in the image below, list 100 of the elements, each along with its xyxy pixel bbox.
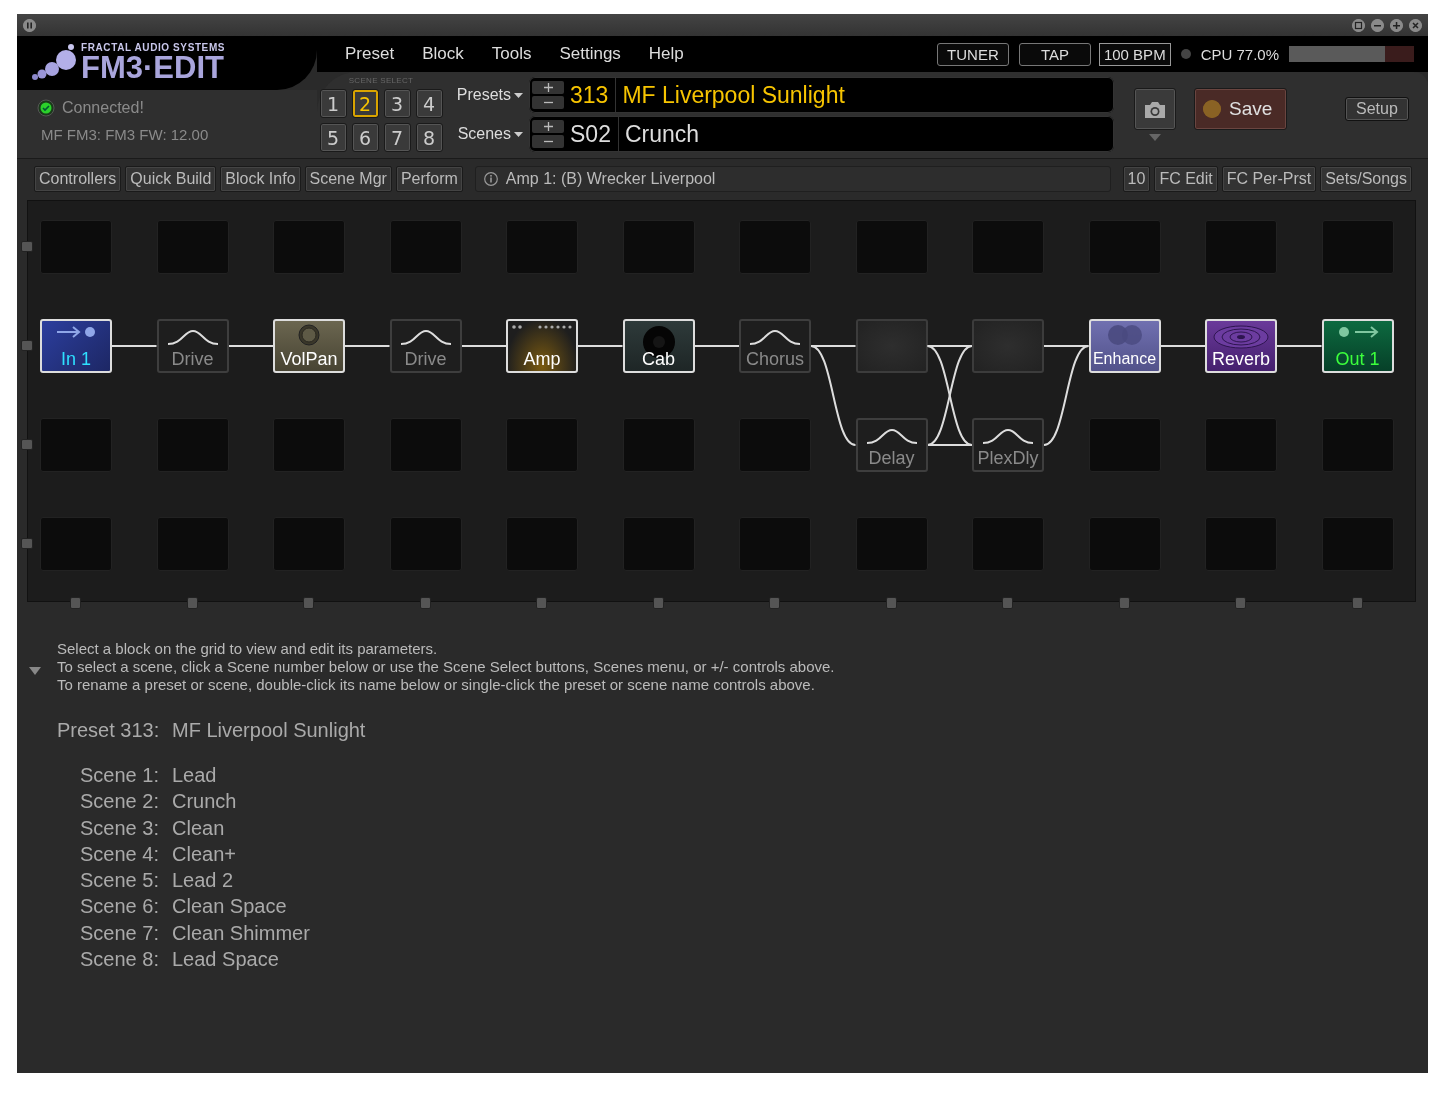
preset-name[interactable]: MF Liverpool Sunlight — [616, 81, 845, 109]
pause-icon[interactable] — [23, 18, 36, 32]
setup-button[interactable]: Setup — [1345, 97, 1409, 121]
column-handle[interactable] — [303, 597, 314, 609]
effect-block[interactable]: Drive — [156, 319, 229, 373]
column-handle[interactable] — [70, 597, 81, 609]
column-handle[interactable] — [1351, 597, 1363, 609]
scene-label: Scene 7: — [80, 920, 160, 946]
toolbar-button[interactable]: FC Per-Prst — [1221, 166, 1317, 192]
tuner-button[interactable]: TUNER — [936, 42, 1009, 66]
scene-label: Scene 6: — [80, 894, 160, 920]
toolbar-button[interactable]: Quick Build — [125, 166, 217, 192]
toolbar-button[interactable]: Perform — [395, 166, 463, 192]
column-handle[interactable] — [419, 597, 431, 609]
scene-button[interactable]: 3 — [383, 89, 411, 118]
menu-item[interactable]: Help — [634, 44, 698, 64]
led-icon — [1203, 100, 1221, 118]
ripple-icon — [1212, 324, 1270, 350]
toolbar-button[interactable]: 10 — [1122, 166, 1151, 192]
effect-block[interactable]: Delay — [855, 418, 928, 472]
scene-button[interactable]: 7 — [383, 123, 411, 152]
shunt-block[interactable] — [972, 319, 1044, 373]
preset-name[interactable]: MF Liverpool Sunlight — [172, 719, 366, 742]
toolbar-button[interactable]: Sets/Songs — [1320, 166, 1412, 192]
connection-status: Connected! — [62, 99, 144, 117]
presets-menu[interactable]: Presets — [453, 86, 529, 104]
scene-name[interactable]: Clean — [172, 814, 225, 841]
maximize-icon[interactable] — [1390, 18, 1403, 32]
company-name: FRACTAL AUDIO SYSTEMS — [81, 42, 226, 53]
amp-panel-icon — [510, 324, 574, 330]
scene-button[interactable]: 6 — [351, 123, 379, 152]
scenes-menu[interactable]: Scenes — [453, 125, 529, 143]
scene-name[interactable]: Clean Shimmer — [172, 919, 310, 947]
dot-arrow-icon — [1336, 324, 1379, 340]
toolbar-button[interactable]: Scene Mgr — [304, 166, 392, 192]
menu-item[interactable]: Settings — [545, 44, 635, 64]
shunt-block[interactable] — [855, 319, 928, 373]
increment-button[interactable] — [532, 120, 564, 133]
row-handle[interactable] — [21, 538, 33, 549]
effect-block[interactable]: Chorus — [739, 319, 811, 373]
plus-icon — [543, 122, 553, 131]
column-handle[interactable] — [186, 597, 198, 609]
scene-button[interactable]: 1 — [319, 89, 347, 118]
scene-button[interactable]: 5 — [319, 123, 347, 152]
column-handle[interactable] — [885, 597, 897, 609]
scene-name[interactable]: Lead Space — [172, 946, 279, 973]
scene-name[interactable]: Lead — [172, 762, 217, 789]
fit-icon[interactable] — [1352, 18, 1365, 32]
effect-block[interactable]: Reverb — [1205, 319, 1277, 373]
column-handle[interactable] — [769, 597, 780, 609]
column-handle[interactable] — [1002, 597, 1013, 609]
snapshot-button[interactable] — [1134, 88, 1176, 130]
save-button[interactable]: Save — [1194, 88, 1287, 130]
decrement-button[interactable] — [532, 96, 564, 109]
menu-item[interactable]: Preset — [331, 44, 409, 64]
device-info: MF FM3: FM3 FW: 12.00 — [40, 126, 210, 143]
scene-button[interactable]: 2 — [351, 89, 379, 118]
effect-block[interactable]: Cab — [622, 319, 695, 373]
scene-name[interactable]: Clean Space — [172, 893, 287, 920]
scene-label: Scene 3: — [80, 815, 160, 841]
scene-label: Scene 1: — [80, 763, 160, 788]
scene-name[interactable]: Clean+ — [172, 840, 236, 868]
scene-name[interactable]: Lead 2 — [172, 867, 234, 894]
toolbar-button[interactable]: FC Edit — [1154, 166, 1218, 192]
column-handle[interactable] — [536, 597, 547, 609]
scene-name[interactable]: Crunch — [618, 120, 700, 148]
row-handle[interactable] — [21, 241, 33, 252]
scene-name[interactable]: Crunch — [172, 788, 237, 815]
tap-button[interactable]: TAP — [1018, 42, 1091, 66]
effect-block[interactable]: VolPan — [273, 319, 345, 373]
column-handle[interactable] — [652, 597, 664, 609]
caret-icon — [1149, 134, 1161, 141]
column-handle[interactable] — [1235, 597, 1246, 609]
effect-block[interactable]: In 1 — [40, 319, 112, 373]
scene-button[interactable]: 4 — [415, 89, 443, 118]
row-handle[interactable] — [21, 439, 33, 450]
arrow-dot-icon — [55, 324, 97, 340]
menu-item[interactable]: Tools — [477, 44, 546, 64]
toolbar-button[interactable]: Controllers — [34, 166, 122, 192]
effect-block[interactable]: Drive — [389, 319, 462, 373]
effect-block[interactable]: Enhance — [1088, 319, 1161, 373]
row-handle[interactable] — [21, 340, 33, 351]
decrement-button[interactable] — [532, 135, 564, 148]
camera-icon — [1143, 99, 1167, 119]
increment-button[interactable] — [532, 81, 564, 94]
minimize-icon[interactable] — [1371, 18, 1384, 32]
close-icon[interactable] — [1409, 18, 1422, 32]
scene-button[interactable]: 8 — [415, 123, 443, 152]
toolbar-button[interactable]: Block Info — [220, 166, 301, 192]
preset-label: Preset 313: — [57, 719, 161, 742]
collapse-toggle-icon[interactable] — [29, 667, 41, 675]
effect-block[interactable]: Amp — [506, 319, 578, 373]
preset-number: 313 — [568, 77, 617, 113]
info-icon — [483, 172, 498, 186]
column-handle[interactable] — [1118, 597, 1130, 609]
effect-block[interactable]: Out 1 — [1321, 319, 1394, 373]
bypass-hump-icon — [750, 329, 800, 345]
bypass-hump-icon — [866, 428, 917, 444]
menu-item[interactable]: Block — [408, 44, 478, 64]
effect-block[interactable]: PlexDly — [972, 418, 1044, 472]
